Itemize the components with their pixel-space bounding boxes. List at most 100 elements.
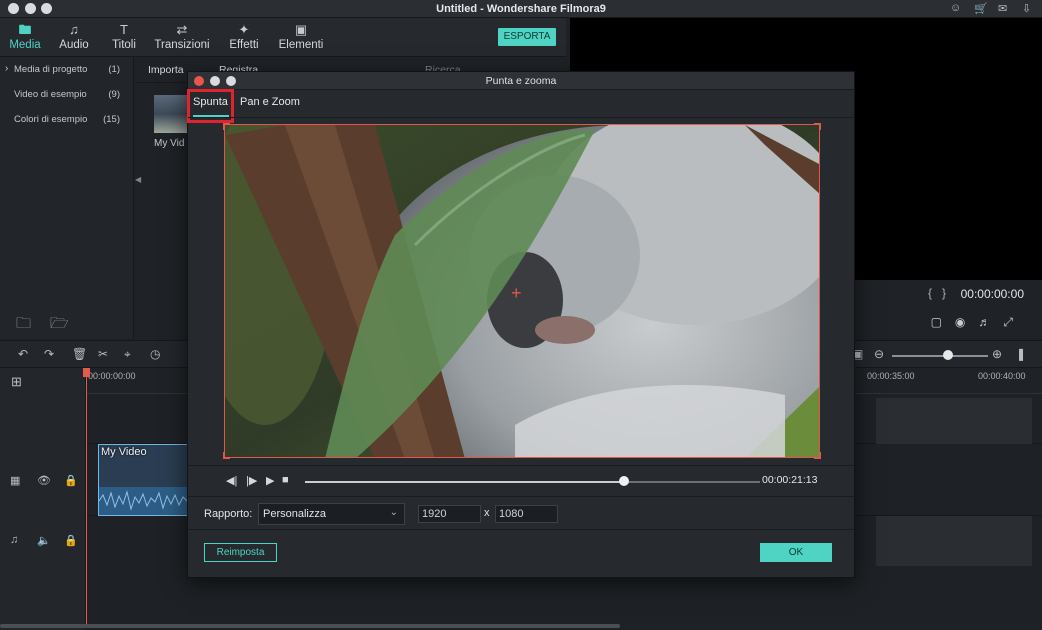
grip-icon: ❚ [1016,347,1027,361]
film-icon: ▦ [10,475,21,487]
folder-icon: 🖿 [18,22,32,37]
zoom-slider-knob[interactable] [943,350,953,360]
cart-icon[interactable]: 🛒 [974,2,988,15]
tab-audio[interactable]: ♫ Audio [56,22,92,56]
ruler-label: 00:00:40:00 [978,371,1026,381]
sidebar-item-count: (1) [108,64,120,75]
sidebar-item-label: Video di esempio [14,89,87,100]
sidebar-item-sample-videos[interactable]: Video di esempio (9) [0,86,134,104]
export-button[interactable]: ESPORTA [498,28,556,46]
preview-timecode: 00:00:00:00 [960,287,1024,301]
dialog-zoom-button[interactable] [226,76,236,86]
sidebar-item-count: (15) [103,114,120,125]
ok-button[interactable]: OK [760,543,832,562]
text-icon: T [120,22,128,37]
timeline-scrollbar[interactable] [0,624,620,628]
dialog-close-button[interactable] [194,76,204,86]
tab-titles[interactable]: T Titoli [106,22,142,56]
tab-effects[interactable]: ✦ Effetti [224,22,264,56]
dialog-minimize-button[interactable] [210,76,220,86]
progress-fill [305,481,624,483]
crop-handle[interactable] [814,452,821,459]
tab-elements-label: Elementi [278,39,324,51]
playhead[interactable] [86,368,87,624]
crop-handle[interactable] [223,123,230,130]
lock-icon[interactable]: 🔒 [64,534,78,547]
effects-icon: ✦ [238,22,250,37]
sidebar-item-count: (9) [108,89,120,100]
delete-icon[interactable]: 🗑 [72,347,87,361]
player-timecode: 00:00:21:13 [762,474,818,486]
tab-media[interactable]: 🖿 Media [6,22,44,56]
zoom-out-icon[interactable]: ⊖ [874,347,884,361]
track-background [876,516,1032,566]
stop-icon[interactable]: ■ [282,474,289,486]
tab-transitions[interactable]: ⇄ Transizioni [152,22,212,56]
ratio-value: Personalizza [263,508,326,520]
zoom-in-icon[interactable]: ⊕ [992,347,1002,361]
mail-icon[interactable]: ✉ [998,2,1007,15]
eye-icon[interactable]: 👁 [37,474,51,487]
preview-tool-icons[interactable]: ▢◉♬⤢ [931,315,1026,330]
add-track-icon[interactable]: ⊞ [11,374,22,390]
ratio-label: Rapporto: [204,508,253,520]
tab-elements[interactable]: ▣ Elementi [276,22,326,56]
reset-button[interactable]: Reimposta [204,543,277,562]
music-note-icon: ♫ [69,22,79,37]
clip-label: My Video [101,446,147,458]
next-frame-icon[interactable]: |▶ [246,474,257,487]
tab-effects-label: Effetti [229,39,259,51]
crop-handle[interactable] [814,123,821,130]
track-background [876,398,1032,444]
redo-icon[interactable]: ↷ [44,347,54,361]
sidebar-item-sample-colors[interactable]: Colori di esempio (15) [0,111,134,129]
height-field[interactable]: 1080 [495,505,558,523]
crop-zoom-dialog: Punta e zooma Spunta Pan e Zoom + ◀| |▶ … [187,71,855,578]
sidebar-item-label: Colori di esempio [14,114,88,125]
ruler-label: 00:00:00:00 [88,371,136,381]
add-folder-icon[interactable]: 🗀 [16,313,31,338]
collapse-arrow-icon[interactable]: ◀ [135,175,141,184]
dialog-title: Punta e zooma [188,72,854,90]
music-track-icon: ♫ [10,534,19,546]
crosshair-icon: + [511,283,522,303]
dialog-player: ◀| |▶ ▶ ■ 00:00:21:13 [188,465,854,495]
transition-icon: ⇄ [176,22,188,37]
filmora-window: Untitled - Wondershare Filmora9 ☺ 🛒 ✉ ⇩ … [0,0,1042,630]
undo-icon[interactable]: ↶ [18,347,28,361]
media-item-name: My Vid [154,138,185,149]
timeline-clip[interactable]: My Video [98,444,188,516]
crop-preview[interactable]: + [224,124,820,458]
width-field[interactable]: 1920 [418,505,481,523]
crop-handle[interactable] [223,452,230,459]
lock-icon[interactable]: 🔒 [64,474,78,487]
ratio-select[interactable]: Personalizza ⌄ [258,503,405,525]
waveform-graphic [98,490,188,511]
play-icon[interactable]: ▶ [266,474,274,487]
track-headers: ⊞ ▦ 👁 🔒 ♫ 🔈 🔒 [0,368,86,630]
audio-waveform [98,487,188,515]
tab-titles-label: Titoli [112,39,136,51]
media-thumbnail[interactable] [154,95,188,133]
remove-folder-icon[interactable]: 🗁 [50,313,69,338]
import-button[interactable]: Importa [148,64,184,76]
previous-frame-icon[interactable]: ◀| [226,474,237,487]
speed-icon[interactable]: ◷ [150,347,160,361]
sidebar-item-project-media[interactable]: › Media di progetto (1) [0,61,134,79]
progress-knob[interactable] [619,476,629,486]
download-icon[interactable]: ⇩ [1022,2,1031,15]
timeline-zoom-slider[interactable] [892,355,988,357]
tab-media-label: Media [9,39,41,51]
mark-in-out-icon[interactable]: { } [928,286,946,300]
chevron-down-icon: ⌄ [389,507,398,518]
media-nav-bar: 🖿 Media ♫ Audio T Titoli ⇄ Transizioni ✦… [0,18,566,57]
tab-pan-zoom[interactable]: Pan e Zoom [240,96,300,108]
dimension-separator: x [484,507,490,519]
tab-divider [188,117,854,118]
title-bar: Untitled - Wondershare Filmora9 ☺ 🛒 ✉ ⇩ [0,0,1042,18]
cut-icon[interactable]: ✂ [98,347,108,361]
user-icon[interactable]: ☺ [950,2,961,14]
crop-icon[interactable]: ⌖ [124,347,131,362]
speaker-icon[interactable]: 🔈 [37,534,51,547]
image-icon: ▣ [294,22,308,37]
